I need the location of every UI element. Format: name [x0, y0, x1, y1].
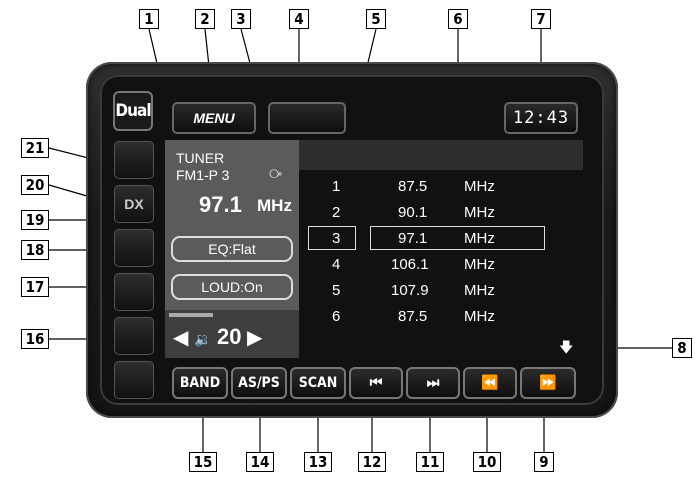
band-button[interactable]: BAND	[172, 367, 228, 399]
side-button-5[interactable]	[114, 317, 154, 355]
side-button-1[interactable]	[114, 141, 154, 179]
callout-21: 21	[21, 138, 49, 158]
eq-button[interactable]: EQ:Flat	[171, 236, 293, 262]
preset-unit: MHz	[464, 178, 495, 195]
volume-value: 20	[216, 324, 242, 349]
volume-level-bar	[169, 313, 213, 317]
preset-frequency: 87.5	[398, 178, 428, 195]
preset-list-header	[299, 140, 583, 170]
current-frequency: 97.1	[199, 192, 242, 217]
callout-18: 18	[21, 240, 49, 260]
preset-number: 4	[332, 256, 341, 273]
callout-13: 13	[304, 452, 332, 472]
preset-unit: MHz	[464, 256, 495, 273]
preset-frequency: 87.5	[398, 308, 428, 325]
callout-10: 10	[473, 452, 501, 472]
callout-3: 3	[231, 9, 251, 29]
callout-5: 5	[366, 9, 386, 29]
preset-unit: MHz	[464, 204, 495, 221]
scroll-down-icon[interactable]: 🡇	[559, 337, 573, 361]
dx-button[interactable]: DX	[114, 185, 154, 223]
volume-row: ◀ 🔉 20 ▶	[173, 324, 262, 350]
callout-14: 14	[246, 452, 274, 472]
previous-track-button[interactable]: ⏮	[349, 367, 403, 399]
source-label: TUNER	[176, 150, 225, 166]
preset-frequency: 90.1	[398, 204, 428, 221]
preset-frequency: 106.1	[391, 256, 429, 273]
preset-number: 5	[332, 282, 341, 299]
volume-control: ◀ 🔉 20 ▶	[165, 310, 299, 358]
clock-display: 12:43	[504, 102, 578, 134]
rewind-button[interactable]: ⏪	[463, 367, 517, 399]
loudness-button[interactable]: LOUD:On	[171, 274, 293, 300]
fast-forward-button[interactable]: ⏩	[520, 367, 576, 399]
volume-down-icon[interactable]: ◀	[173, 327, 188, 349]
speaker-icon: 🔉	[193, 331, 212, 347]
callout-15: 15	[189, 452, 217, 472]
preset-unit: MHz	[464, 282, 495, 299]
side-button-6[interactable]	[114, 361, 154, 399]
blank-top-button[interactable]	[268, 102, 346, 134]
rewind-icon: ⏪	[481, 375, 499, 391]
band-preset-label: FM1-P 3	[176, 167, 230, 183]
scan-button[interactable]: SCAN	[290, 367, 346, 399]
callout-2: 2	[195, 9, 215, 29]
fast-forward-icon: ⏩	[539, 375, 557, 391]
volume-up-icon[interactable]: ▶	[247, 327, 262, 349]
frequency-unit: MHz	[257, 196, 292, 215]
callout-16: 16	[21, 329, 49, 349]
side-button-4[interactable]	[114, 273, 154, 311]
callout-8: 8	[672, 338, 692, 358]
preset-unit: MHz	[464, 308, 495, 325]
next-track-button[interactable]: ⏭	[406, 367, 460, 399]
stereo-icon: ⧂	[269, 166, 283, 181]
callout-17: 17	[21, 277, 49, 297]
callout-12: 12	[358, 452, 386, 472]
callout-11: 11	[416, 452, 444, 472]
callout-20: 20	[21, 175, 49, 195]
dual-logo: Dual	[113, 91, 153, 131]
as-ps-button[interactable]: AS/PS	[231, 367, 287, 399]
callout-4: 4	[289, 9, 309, 29]
selected-preset-frequency-box	[370, 226, 545, 250]
preset-number: 2	[332, 204, 341, 221]
callout-19: 19	[21, 210, 49, 230]
callout-7: 7	[531, 9, 551, 29]
preset-frequency: 107.9	[391, 282, 429, 299]
previous-track-icon: ⏮	[369, 375, 383, 391]
menu-button[interactable]: MENU	[172, 102, 256, 134]
callout-1: 1	[139, 9, 159, 29]
callout-9: 9	[534, 452, 554, 472]
preset-number: 1	[332, 178, 341, 195]
preset-number: 6	[332, 308, 341, 325]
next-track-icon: ⏭	[426, 375, 440, 391]
selected-preset-number-box	[308, 226, 356, 250]
side-button-3[interactable]	[114, 229, 154, 267]
callout-6: 6	[448, 9, 468, 29]
